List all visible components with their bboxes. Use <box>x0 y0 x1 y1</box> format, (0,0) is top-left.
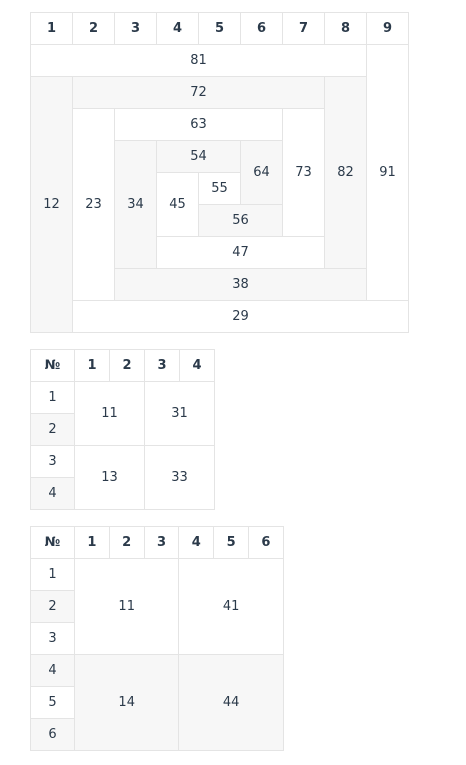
column-header: 3 <box>143 526 180 559</box>
number-header: № <box>30 526 75 559</box>
row-number: 3 <box>30 622 75 655</box>
spiral-table: 1 2 3 4 5 6 7 8 9 81 91 12 72 82 23 63 7… <box>30 12 409 333</box>
row-number: 2 <box>30 413 75 446</box>
cell-56: 56 <box>198 204 283 237</box>
column-header: 2 <box>108 526 145 559</box>
cell-72: 72 <box>72 76 325 109</box>
column-header: 4 <box>178 526 215 559</box>
cell-12: 12 <box>30 76 73 333</box>
cell-38: 38 <box>114 268 367 301</box>
column-header: 5 <box>198 12 241 45</box>
row-number: 3 <box>30 445 75 478</box>
row-number: 6 <box>30 718 75 751</box>
cell-63: 63 <box>114 108 283 141</box>
cell-91: 91 <box>366 44 409 301</box>
table-row: 1 11 31 <box>30 381 215 446</box>
column-header: 3 <box>114 12 157 45</box>
column-header: 2 <box>109 349 145 382</box>
cell-45: 45 <box>156 172 199 237</box>
cell-47: 47 <box>156 236 325 269</box>
column-header: 8 <box>324 12 367 45</box>
column-header: 2 <box>72 12 115 45</box>
cell-55: 55 <box>198 172 241 205</box>
merged-table-large: № 1 2 3 4 5 6 1 11 41 2 3 4 14 44 5 6 <box>30 526 284 751</box>
table-row: 3 13 33 <box>30 445 215 510</box>
row-number: 1 <box>30 381 75 414</box>
column-header: 7 <box>282 12 325 45</box>
column-header: 1 <box>74 526 110 559</box>
cell-11: 11 <box>74 381 145 446</box>
column-header: 6 <box>247 526 284 559</box>
cell-11: 11 <box>73 558 180 655</box>
row-number: 5 <box>30 686 75 719</box>
table-header-row: № 1 2 3 4 5 6 <box>30 526 284 559</box>
cell-13: 13 <box>74 445 145 510</box>
cell-33: 33 <box>144 445 215 510</box>
cell-73: 73 <box>282 108 325 237</box>
column-header: 4 <box>179 349 215 382</box>
cell-34: 34 <box>114 140 157 269</box>
table-header-row: № 1 2 3 4 <box>30 349 215 382</box>
column-header: 6 <box>240 12 283 45</box>
table-row: 1 11 41 <box>30 558 284 655</box>
table-row: 29 <box>31 300 409 333</box>
table-header-row: 1 2 3 4 5 6 7 8 9 <box>30 12 409 45</box>
column-header: 3 <box>144 349 180 382</box>
column-header: 4 <box>156 12 199 45</box>
cell-54: 54 <box>156 140 241 173</box>
row-number: 4 <box>30 477 75 510</box>
column-header: 1 <box>30 12 73 45</box>
cell-82: 82 <box>324 76 367 269</box>
cell-64: 64 <box>240 140 283 205</box>
column-header: 1 <box>74 349 110 382</box>
table-row: 12 72 82 <box>30 76 409 333</box>
table-row: 81 91 <box>30 44 409 301</box>
number-header: № <box>30 349 75 382</box>
cell-41: 41 <box>178 558 284 655</box>
column-header: 9 <box>366 12 409 45</box>
cell-31: 31 <box>144 381 215 446</box>
row-number: 4 <box>30 654 75 687</box>
table-row: 4 14 44 <box>30 654 284 751</box>
cell-44: 44 <box>178 654 284 751</box>
row-number: 2 <box>30 590 75 623</box>
cell-23: 23 <box>72 108 115 301</box>
row-number: 1 <box>30 558 75 591</box>
cell-29: 29 <box>72 300 409 333</box>
merged-table-small: № 1 2 3 4 1 11 31 2 3 13 33 4 <box>30 349 215 510</box>
cell-14: 14 <box>73 654 180 751</box>
column-header: 5 <box>213 526 249 559</box>
cell-81: 81 <box>30 44 367 77</box>
